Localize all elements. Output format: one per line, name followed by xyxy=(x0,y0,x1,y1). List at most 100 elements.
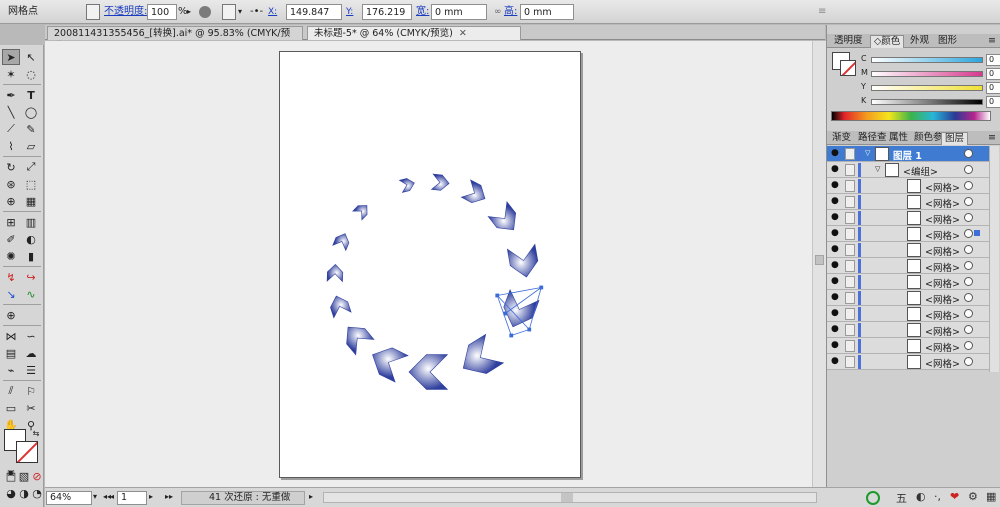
vertical-scroll-thumb[interactable] xyxy=(815,255,824,265)
tab-attributes[interactable]: 属性 xyxy=(886,132,911,145)
tray-icon-1[interactable]: 五 xyxy=(896,490,907,506)
reference-dropdown-icon[interactable]: ▾ xyxy=(238,4,242,20)
y-input[interactable]: 176.219 mm xyxy=(362,4,412,34)
mesh-anchor-point[interactable] xyxy=(509,333,514,338)
pencil-tool-icon[interactable]: ✎ xyxy=(22,121,40,137)
target-icon[interactable] xyxy=(964,309,973,318)
color-spectrum[interactable] xyxy=(831,111,991,121)
last-artboard-icon[interactable]: ▸▸ xyxy=(165,491,173,505)
eye-icon[interactable]: ● xyxy=(831,213,841,222)
target-icon[interactable] xyxy=(964,325,973,334)
layer-name[interactable]: <网格> xyxy=(925,356,960,370)
align-icon[interactable]: -•- xyxy=(250,4,263,20)
tray-icon-3[interactable]: ·, xyxy=(934,490,941,503)
zoom-dropdown-icon[interactable]: ▾ xyxy=(93,491,97,505)
path-mode-icon[interactable]: ↘ xyxy=(2,286,20,302)
target-icon[interactable] xyxy=(964,213,973,222)
layer-row[interactable]: ● <网格> xyxy=(827,178,997,194)
tab-document-2[interactable]: 未标题-5* @ 64% (CMYK/预览) ✕ xyxy=(307,26,521,40)
lock-toggle[interactable] xyxy=(845,180,855,192)
lock-toggle[interactable] xyxy=(845,148,855,160)
zoom-select[interactable]: 64% xyxy=(46,491,92,505)
direct-selection-tool-icon[interactable]: ↖ xyxy=(22,49,40,65)
crosshair-tool-icon[interactable]: ⊕ xyxy=(2,307,20,323)
panel-menu-icon[interactable]: ≡ xyxy=(985,35,999,48)
mesh-anchor-point[interactable] xyxy=(527,327,532,332)
scale-tool-icon[interactable]: ⤢ xyxy=(22,159,40,175)
layer-row[interactable]: ● <网格> xyxy=(827,290,997,306)
lasso-tool-icon[interactable]: ◌ xyxy=(22,66,40,82)
none-mode-icon[interactable]: ⊘ xyxy=(28,468,46,484)
tray-icon-4[interactable]: ❤ xyxy=(950,490,959,503)
mesh-chevron[interactable] xyxy=(506,243,540,279)
eye-icon[interactable]: ● xyxy=(831,149,841,158)
tab-document-1[interactable]: 200811431355456_[转换].ai* @ 95.83% (CMYK/… xyxy=(47,26,303,52)
mesh-chevron[interactable] xyxy=(430,173,450,191)
x-input[interactable]: 149.847 mm xyxy=(286,4,342,34)
tab-graphic-styles[interactable]: 图形 xyxy=(935,35,960,48)
lock-toggle[interactable] xyxy=(845,164,855,176)
mesh-anchor-point[interactable] xyxy=(495,293,500,298)
previous-artboard-icon[interactable]: ◂ xyxy=(110,491,114,505)
horizontal-scroll-thumb[interactable] xyxy=(561,493,573,502)
mesh-chevron[interactable] xyxy=(366,341,409,383)
color-panel-stroke-swatch[interactable] xyxy=(840,60,856,76)
layer-row[interactable]: ● <网格> xyxy=(827,274,997,290)
layer-row[interactable]: ● ▽ <编组> xyxy=(827,162,997,178)
artboard-tool-icon[interactable]: ⋈ xyxy=(2,328,20,344)
pen-tool-icon[interactable]: ✒ xyxy=(2,87,20,103)
magenta-input[interactable]: 0 xyxy=(986,68,1000,80)
graph-tool-icon[interactable]: ▮ xyxy=(22,248,40,264)
mesh-chevron-group[interactable] xyxy=(326,173,540,390)
tab-layers[interactable]: 图层 xyxy=(941,132,969,145)
type-tool-icon[interactable]: T xyxy=(22,87,40,103)
yellow-input[interactable]: 0 xyxy=(986,82,1000,94)
lock-toggle[interactable] xyxy=(845,260,855,272)
eye-icon[interactable]: ● xyxy=(831,277,841,286)
swap-fill-stroke-icon[interactable]: ⇆ xyxy=(27,425,45,441)
tray-icon-5[interactable]: ⚙ xyxy=(968,490,978,503)
opacity-dropdown-icon[interactable]: ▸ xyxy=(187,4,191,20)
layer-name[interactable]: <网格> xyxy=(925,276,960,290)
gradient-tool-icon[interactable]: ▥ xyxy=(22,214,40,230)
column-graph-tool-icon[interactable]: ▤ xyxy=(2,345,20,361)
eye-icon[interactable]: ● xyxy=(831,325,841,334)
target-icon[interactable] xyxy=(964,149,973,158)
disclosure-triangle-icon[interactable]: ▽ xyxy=(865,149,870,157)
mesh-chevron[interactable] xyxy=(332,231,352,252)
layer-name[interactable]: <网格> xyxy=(925,228,960,242)
symbol-tool-icon[interactable]: ☁ xyxy=(22,345,40,361)
mesh-tool-icon[interactable]: ⊞ xyxy=(2,214,20,230)
layer-name[interactable]: <网格> xyxy=(925,196,960,210)
eye-icon[interactable]: ● xyxy=(831,309,841,318)
lock-toggle[interactable] xyxy=(845,308,855,320)
target-icon[interactable] xyxy=(964,197,973,206)
status-message[interactable]: 41 次还原 : 无重做 xyxy=(181,491,305,505)
paintbrush-tool-icon[interactable]: ⟋ xyxy=(2,121,20,137)
lock-toggle[interactable] xyxy=(845,244,855,256)
mesh-anchor-point[interactable] xyxy=(503,311,508,316)
line-tool-icon[interactable]: ╲ xyxy=(2,104,20,120)
mesh-chevron[interactable] xyxy=(498,288,540,332)
slice-tool-icon[interactable]: ∽ xyxy=(22,328,40,344)
layer-name[interactable]: <网格> xyxy=(925,180,960,194)
status-menu-icon[interactable]: ▸ xyxy=(309,491,313,505)
vertical-scrollbar[interactable] xyxy=(812,41,826,487)
lock-toggle[interactable] xyxy=(845,356,855,368)
artwork[interactable] xyxy=(280,52,582,479)
target-icon[interactable] xyxy=(964,181,973,190)
lock-toggle[interactable] xyxy=(845,212,855,224)
layer-name[interactable]: <网格> xyxy=(925,244,960,258)
layer-row[interactable]: ● <网格> xyxy=(827,354,997,370)
perspective-grid-tool-icon[interactable]: ▦ xyxy=(22,193,40,209)
tab-appearance[interactable]: 外观 xyxy=(907,35,932,48)
stroke-swatch[interactable] xyxy=(16,441,38,463)
eye-icon[interactable]: ● xyxy=(831,165,841,174)
free-transform-tool-icon[interactable]: ⬚ xyxy=(22,176,40,192)
target-icon[interactable] xyxy=(964,229,973,238)
height-input[interactable]: 0 mm xyxy=(520,4,574,20)
layer-name[interactable]: <网格> xyxy=(925,212,960,226)
mesh-chevron[interactable] xyxy=(454,333,505,382)
target-icon[interactable] xyxy=(964,341,973,350)
target-icon[interactable] xyxy=(964,261,973,270)
